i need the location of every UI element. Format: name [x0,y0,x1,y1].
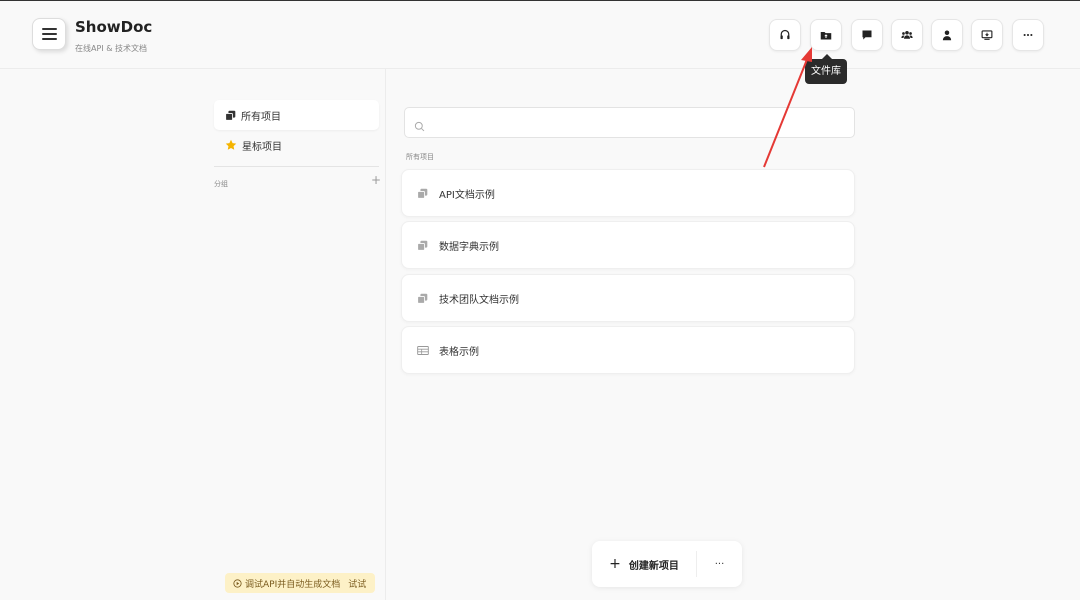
user-button[interactable] [931,19,963,51]
sidebar-item-label: 所有项目 [241,111,281,123]
stack-icon [417,240,429,251]
bottom-more-button[interactable]: ··· [697,541,742,587]
create-project-button[interactable]: + 创建新项目 [592,541,696,587]
table-icon [417,345,429,356]
promo-text: 调试API并自动生成文档 [245,579,341,590]
file-library-tooltip: 文件库 [805,54,847,84]
promo-icon [233,578,242,588]
promo-try-link[interactable]: 试试 [348,577,366,590]
file-library-button[interactable] [810,19,842,51]
section-label: 所有项目 [406,153,434,161]
star-icon [225,139,237,151]
project-card-table[interactable]: 表格示例 [401,326,855,374]
monitor-icon [981,30,993,40]
project-name: 技术团队文档示例 [439,294,519,306]
search-icon [414,117,425,136]
app-subtitle: 在线API & 技术文档 [75,44,147,53]
project-card-team-doc[interactable]: 技术团队文档示例 [401,274,855,322]
app-header: ShowDoc 在线API & 技术文档 [0,1,1080,69]
stack-icon [225,110,236,121]
search-box[interactable] [404,107,855,138]
plus-icon: + [609,556,621,572]
sidebar: 所有项目 星标项目 分组 + [214,69,386,600]
chat-icon [862,30,872,40]
menu-logo-icon[interactable] [32,18,66,50]
stack-icon [417,293,429,304]
more-icon [1023,33,1033,37]
sidebar-divider [214,166,379,167]
folder-upload-icon [820,32,832,40]
team-icon [901,30,913,39]
project-name: 数据字典示例 [439,241,499,253]
api-debug-promo[interactable]: 调试API并自动生成文档 试试 [225,573,375,593]
stack-icon [417,188,429,199]
add-group-button[interactable]: + [371,173,381,187]
app-title: ShowDoc [75,18,153,36]
group-label: 分组 [214,180,228,188]
project-name: API文档示例 [439,189,495,201]
project-name: 表格示例 [439,346,479,358]
team-button[interactable] [891,19,923,51]
project-card-api-doc[interactable]: API文档示例 [401,169,855,217]
message-button[interactable] [851,19,883,51]
search-input[interactable] [431,113,846,133]
headset-button[interactable] [769,19,801,51]
project-card-data-dictionary[interactable]: 数据字典示例 [401,221,855,269]
headset-icon [780,29,790,40]
bottom-action-bar: + 创建新项目 ··· [592,541,742,587]
sidebar-item-starred-projects[interactable]: 星标项目 [214,130,379,160]
user-icon [942,30,952,41]
monitor-button[interactable] [971,19,1003,51]
sidebar-item-label: 星标项目 [242,141,282,153]
sidebar-item-all-projects[interactable]: 所有项目 [214,100,379,130]
more-button[interactable] [1012,19,1044,51]
create-project-label: 创建新项目 [628,560,679,572]
